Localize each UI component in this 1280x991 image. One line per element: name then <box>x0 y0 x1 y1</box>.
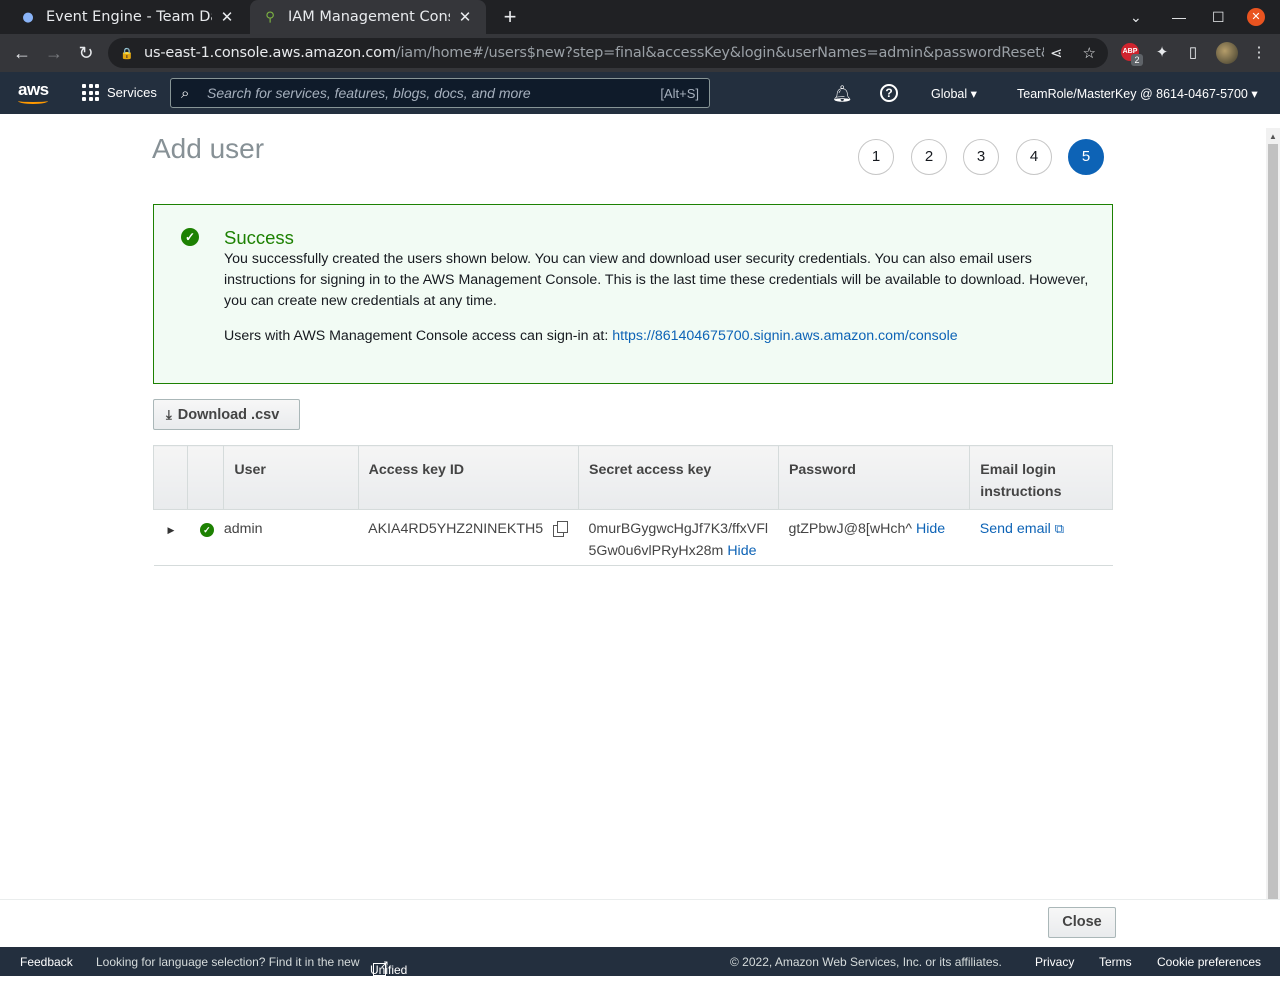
user-cell: admin <box>223 509 359 566</box>
tab-title: Event Engine - Team Dash <box>46 9 212 25</box>
search-shortcut: [Alt+S] <box>660 85 699 101</box>
url-bar[interactable]: 🔒 us-east-1.console.aws.amazon.com/iam/h… <box>108 38 1108 68</box>
help-icon[interactable]: ? <box>880 84 898 102</box>
user-column-header: User <box>223 445 359 510</box>
iam-favicon-icon: ⚲ <box>265 9 275 25</box>
aws-top-nav: aws Services ⌕ Search for services, feat… <box>0 72 1280 114</box>
secret-key-line1: 0murBGygwcHgJf7K3/ffxVFl <box>588 521 769 537</box>
tab-search-icon[interactable]: ⌄ <box>1130 0 1142 34</box>
success-check-icon: ✓ <box>181 228 199 246</box>
url-text: us-east-1.console.aws.amazon.com/iam/hom… <box>144 45 1044 61</box>
success-heading: Success <box>224 227 294 248</box>
copy-icon[interactable] <box>553 521 569 537</box>
reload-icon[interactable]: ↻ <box>74 41 98 65</box>
download-csv-button[interactable]: ⤓ Download .csv <box>153 399 300 430</box>
bookmark-star-icon[interactable]: ☆ <box>1083 44 1096 62</box>
terms-link[interactable]: Terms <box>1099 955 1132 969</box>
step-2[interactable]: 2 <box>911 139 947 175</box>
signin-info: Users with AWS Management Console access… <box>224 328 958 344</box>
password-column-header: Password <box>778 445 971 510</box>
feedback-link[interactable]: Feedback <box>20 955 73 969</box>
secret-key-line2: 5Gw0u6vlPRyHx28m <box>588 543 724 559</box>
search-placeholder: Search for services, features, blogs, do… <box>207 85 531 101</box>
external-link-icon: ⧉ <box>1054 521 1065 536</box>
close-tab-icon[interactable]: ✕ <box>218 8 236 26</box>
status-column-header <box>187 445 225 510</box>
access-key-cell: AKIA4RD5YHZ2NINEKTH5 <box>358 509 579 566</box>
profile-avatar[interactable] <box>1216 42 1238 64</box>
share-icon[interactable]: ⋖ <box>1050 44 1063 62</box>
hide-password-link[interactable]: Hide <box>916 521 945 537</box>
lock-icon: 🔒 <box>120 47 134 60</box>
privacy-link[interactable]: Privacy <box>1035 955 1074 969</box>
step-3[interactable]: 3 <box>963 139 999 175</box>
console-footer: Feedback Looking for language selection?… <box>0 947 1280 991</box>
step-1[interactable]: 1 <box>858 139 894 175</box>
step-5-current: 5 <box>1068 139 1104 175</box>
search-icon: ⌕ <box>181 84 190 102</box>
new-tab-icon[interactable]: + <box>498 4 522 30</box>
page-scrollbar[interactable]: ▲ <box>1266 128 1280 900</box>
password-value: gtZPbwJ@8[wHch^ <box>788 521 912 537</box>
search-input[interactable]: ⌕ Search for services, features, blogs, … <box>170 78 710 108</box>
notifications-bell-icon[interactable]: 🔔︎ <box>832 84 852 104</box>
grid-icon <box>82 84 99 101</box>
minimize-icon[interactable]: — <box>1172 0 1186 34</box>
extension-badge: 2 <box>1131 54 1143 66</box>
hide-secret-link[interactable]: Hide <box>727 543 756 559</box>
expand-row-icon[interactable]: ▶ <box>168 525 175 535</box>
window-close-icon[interactable]: ✕ <box>1247 0 1265 34</box>
forward-icon[interactable]: → <box>42 41 66 65</box>
maximize-icon[interactable]: ☐ <box>1212 0 1225 34</box>
services-label: Services <box>107 85 157 100</box>
email-column-header: Email login instructions <box>969 445 1113 510</box>
back-icon[interactable]: ← <box>10 41 34 65</box>
table-row: ▶ ✓ admin AKIA4RD5YHZ2NINEKTH5 0murBGygw… <box>153 509 1113 566</box>
tab-iam-console[interactable]: ⚲ IAM Management Console ✕ <box>250 0 486 34</box>
external-link-icon <box>373 958 389 976</box>
access-key-column-header: Access key ID <box>358 445 580 510</box>
address-bar-row: ← → ↻ 🔒 us-east-1.console.aws.amazon.com… <box>0 34 1280 72</box>
password-cell: gtZPbwJ@8[wHch^ Hide <box>778 509 970 566</box>
page-title: Add user <box>152 133 265 164</box>
secret-key-cell: 0murBGygwcHgJf7K3/ffxVFl 5Gw0u6vlPRyHx28… <box>578 509 779 566</box>
secret-key-column-header: Secret access key <box>578 445 779 510</box>
browser-menu-icon[interactable]: ⋮ <box>1247 41 1271 65</box>
close-button[interactable]: Close <box>1048 907 1116 938</box>
access-key-value: AKIA4RD5YHZ2NINEKTH5 <box>368 521 544 537</box>
download-icon: ⤓ <box>166 406 172 422</box>
scrollbar-thumb[interactable] <box>1268 144 1278 900</box>
aws-logo[interactable]: aws <box>18 80 50 106</box>
close-tab-icon[interactable]: ✕ <box>456 8 474 26</box>
credentials-table: User Access key ID Secret access key Pas… <box>152 445 1113 566</box>
email-cell: Send email ⧉ <box>969 509 1113 566</box>
copyright: © 2022, Amazon Web Services, Inc. or its… <box>730 955 1002 969</box>
language-notice: Looking for language selection? Find it … <box>96 955 360 969</box>
status-success-icon: ✓ <box>199 523 214 537</box>
tab-event-engine[interactable]: ● Event Engine - Team Dash ✕ <box>8 0 248 34</box>
step-4[interactable]: 4 <box>1016 139 1052 175</box>
side-panel-icon[interactable]: ▯ <box>1181 41 1205 65</box>
success-alert: ✓ Success You successfully created the u… <box>153 204 1113 384</box>
browser-tab-strip: ● Event Engine - Team Dash ✕ ⚲ IAM Manag… <box>0 0 1280 34</box>
tab-title: IAM Management Console <box>288 9 450 25</box>
expand-column-header <box>152 445 189 510</box>
scroll-up-icon[interactable]: ▲ <box>1269 132 1277 141</box>
region-selector[interactable]: Global ▾ <box>931 86 977 101</box>
account-menu[interactable]: TeamRole/MasterKey @ 8614-0467-5700 ▾ <box>1017 86 1258 101</box>
globe-icon: ● <box>22 9 34 25</box>
extensions-puzzle-icon[interactable]: ✦ <box>1150 41 1174 65</box>
signin-url-link[interactable]: https://861404675700.signin.aws.amazon.c… <box>612 328 957 344</box>
table-header-row: User Access key ID Secret access key Pas… <box>152 445 1113 510</box>
services-menu-button[interactable]: Services <box>82 84 157 101</box>
cookie-preferences-link[interactable]: Cookie preferences <box>1157 955 1261 969</box>
success-message: You successfully created the users shown… <box>224 251 1089 309</box>
send-email-link[interactable]: Send email ⧉ <box>980 521 1064 537</box>
